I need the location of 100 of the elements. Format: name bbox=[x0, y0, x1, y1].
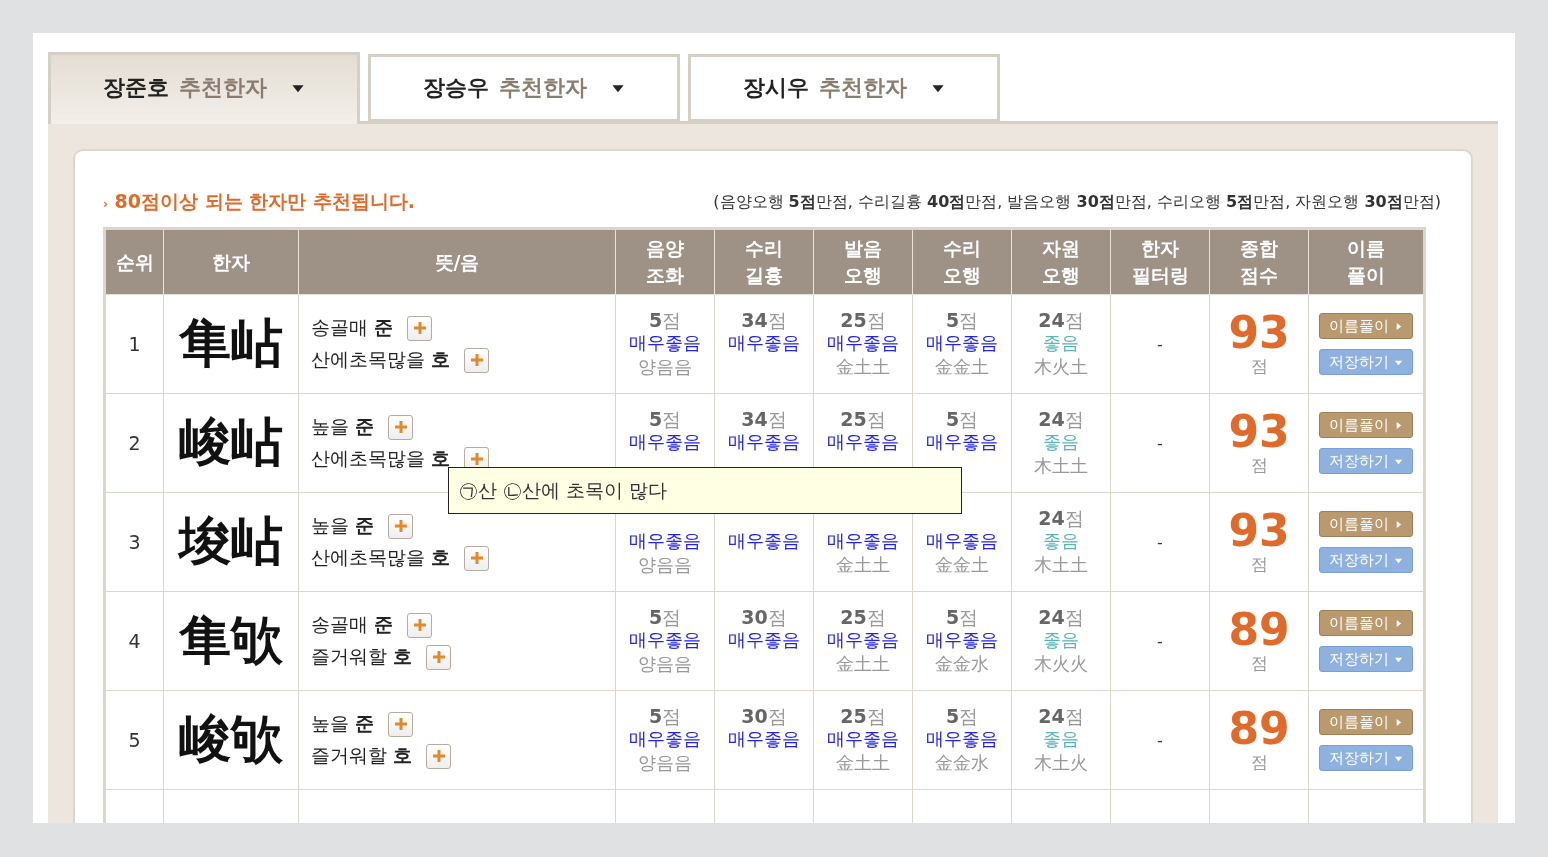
rank-text: 4 bbox=[128, 630, 141, 652]
total-score: 89 bbox=[1228, 603, 1290, 655]
grade-text: 좋음 bbox=[1043, 331, 1079, 353]
score-text: 25점 bbox=[840, 308, 886, 331]
explain-button[interactable]: 이름풀이 bbox=[1319, 412, 1413, 438]
hanja-text: 隼岾 bbox=[179, 313, 283, 373]
detail-text: 木火火 bbox=[1034, 652, 1088, 674]
hanja-text: 埈岾 bbox=[179, 511, 283, 571]
grade-text: 매우좋음 bbox=[926, 331, 998, 353]
caret-icon bbox=[1394, 420, 1403, 430]
grade-text: 좋음 bbox=[1043, 727, 1079, 749]
score-text: 34점 bbox=[741, 407, 787, 430]
grade-text: 매우좋음 bbox=[629, 529, 701, 551]
detail-text: 양음음 bbox=[638, 652, 692, 674]
hanja-text: 隼欨 bbox=[179, 610, 283, 670]
score-text: 24점 bbox=[1038, 407, 1084, 430]
detail-text: 金土土 bbox=[836, 751, 890, 773]
column-header: 뜻/음 bbox=[298, 228, 616, 295]
score-text: 24점 bbox=[1038, 308, 1084, 331]
grade-text: 매우좋음 bbox=[629, 430, 701, 452]
detail-text: 金土土 bbox=[836, 355, 890, 377]
grade-text: 매우좋음 bbox=[728, 727, 800, 749]
total-score: 93 bbox=[1228, 405, 1290, 457]
score-text: 5점 bbox=[648, 308, 682, 331]
save-button[interactable]: 저장하기 bbox=[1319, 547, 1413, 573]
meaning-text: 산에초목많을 호 bbox=[311, 545, 451, 570]
column-header: 자원 오행 bbox=[1011, 228, 1111, 295]
rank-text: 1 bbox=[128, 333, 141, 355]
save-button[interactable]: 저장하기 bbox=[1319, 646, 1413, 672]
grade-text: 좋음 bbox=[1043, 529, 1079, 551]
grade-text: 매우좋음 bbox=[629, 727, 701, 749]
criteria-text: (음양오행 5점만점, 수리길흉 40점만점, 발음오행 30점만점, 수리오행 5점만점, 자원오행 30점만점) bbox=[713, 191, 1441, 213]
detail-text: 金土土 bbox=[836, 553, 890, 575]
grade-text: 매우좋음 bbox=[827, 529, 899, 551]
grade-text: 매우좋음 bbox=[629, 628, 701, 650]
grade-text: 좋음 bbox=[1043, 430, 1079, 452]
score-text: 24점 bbox=[1038, 605, 1084, 628]
column-header: 이름 풀이 bbox=[1308, 228, 1425, 295]
detail-text: 金金水 bbox=[935, 751, 989, 773]
score-text: 5점 bbox=[648, 704, 682, 727]
explain-button[interactable]: 이름풀이 bbox=[1319, 511, 1413, 537]
column-header: 종합 점수 bbox=[1209, 228, 1309, 295]
column-header: 한자 bbox=[163, 228, 299, 295]
score-text: 25점 bbox=[840, 407, 886, 430]
grade-text: 매우좋음 bbox=[728, 331, 800, 353]
detail-text: 金土土 bbox=[836, 652, 890, 674]
detail-text: 양음음 bbox=[638, 553, 692, 575]
meaning-text: 즐거워할 호 bbox=[311, 644, 413, 669]
plus-icon bbox=[393, 519, 408, 533]
detail-text: 金金土 bbox=[935, 355, 989, 377]
plus-icon bbox=[431, 749, 446, 763]
grade-text: 매우좋음 bbox=[827, 331, 899, 353]
detail-text: 양음음 bbox=[638, 355, 692, 377]
caret-icon bbox=[1394, 618, 1403, 628]
bullet-icon: › bbox=[103, 197, 108, 211]
meaning-text: 산에초목많을 호 bbox=[311, 347, 451, 372]
save-button[interactable]: 저장하기 bbox=[1319, 349, 1413, 375]
score-text: 5점 bbox=[648, 605, 682, 628]
score-text: 5점 bbox=[945, 407, 979, 430]
filter-text: - bbox=[1157, 730, 1163, 750]
score-text: 24점 bbox=[1038, 704, 1084, 727]
score-text: 5점 bbox=[945, 704, 979, 727]
filter-text: - bbox=[1157, 631, 1163, 651]
tab[interactable]: 장승우 추천한자 bbox=[368, 54, 680, 122]
explain-button[interactable]: 이름풀이 bbox=[1319, 709, 1413, 735]
score-text: 30점 bbox=[741, 704, 787, 727]
tab[interactable]: 장시우 추천한자 bbox=[688, 54, 1000, 122]
filter-text: - bbox=[1157, 433, 1163, 453]
caret-icon bbox=[1394, 717, 1403, 727]
explain-button[interactable]: 이름풀이 bbox=[1319, 313, 1413, 339]
unit-text: 점 bbox=[1250, 751, 1268, 772]
unit-text: 점 bbox=[1250, 652, 1268, 673]
plus-icon bbox=[469, 452, 484, 466]
plus-icon bbox=[469, 551, 484, 565]
plus-icon bbox=[431, 650, 446, 664]
column-header: 음양 조화 bbox=[615, 228, 715, 295]
hanja-text: 峻岾 bbox=[179, 412, 283, 472]
explain-button[interactable]: 이름풀이 bbox=[1319, 610, 1413, 636]
unit-text: 점 bbox=[1250, 355, 1268, 376]
filter-text: - bbox=[1157, 532, 1163, 552]
rank-text: 2 bbox=[128, 432, 141, 454]
save-button[interactable]: 저장하기 bbox=[1319, 745, 1413, 771]
grade-text: 매우좋음 bbox=[728, 430, 800, 452]
total-score: 93 bbox=[1228, 504, 1290, 556]
meaning-text: 높을 준 bbox=[311, 513, 375, 538]
plus-icon bbox=[412, 618, 427, 632]
tab[interactable]: 장준호 추천한자 bbox=[48, 52, 360, 124]
caret-icon bbox=[1394, 519, 1403, 529]
total-score: 93 bbox=[1228, 306, 1290, 358]
plus-icon bbox=[393, 420, 408, 434]
meaning-text: 즐거워할 호 bbox=[311, 743, 413, 768]
save-button[interactable]: 저장하기 bbox=[1319, 448, 1413, 474]
detail-text: 양음음 bbox=[638, 751, 692, 773]
tooltip: ㉠산 ㉡산에 초목이 많다 bbox=[448, 467, 962, 514]
column-header: 한자 필터링 bbox=[1110, 228, 1210, 295]
detail-text: 木土土 bbox=[1034, 553, 1088, 575]
meaning-text: 송골매 준 bbox=[311, 315, 394, 340]
grade-text: 매우좋음 bbox=[926, 430, 998, 452]
meaning-text: 송골매 준 bbox=[311, 612, 394, 637]
detail-text: 木土火 bbox=[1034, 751, 1088, 773]
